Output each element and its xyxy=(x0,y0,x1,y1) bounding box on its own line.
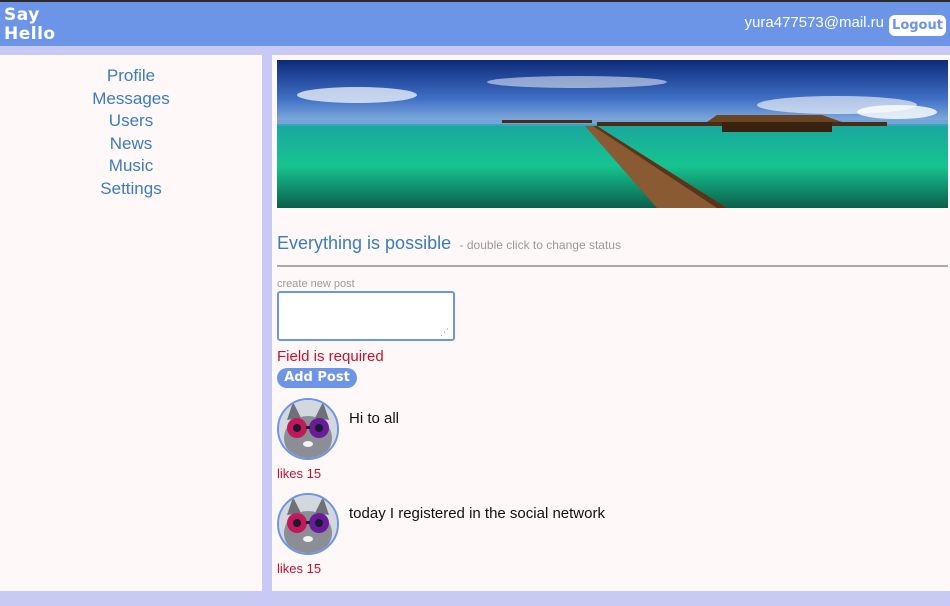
sidebar-item-users[interactable]: Users xyxy=(0,110,262,133)
status-row: Everything is possible - double click to… xyxy=(277,233,948,267)
top-header: Say Hello yura477573@mail.ru Logout xyxy=(0,0,950,46)
profile-status[interactable]: Everything is possible xyxy=(277,233,451,253)
profile-content: Everything is possible - double click to… xyxy=(272,55,950,591)
sidebar-item-profile[interactable]: Profile xyxy=(0,65,262,88)
sidebar-item-news[interactable]: News xyxy=(0,133,262,156)
avatar xyxy=(277,398,339,460)
status-hint: - double click to change status xyxy=(459,238,621,252)
sidebar-item-settings[interactable]: Settings xyxy=(0,178,262,201)
sidebar: Profile Messages Users News Music Settin… xyxy=(0,55,262,591)
avatar xyxy=(277,493,339,555)
post-likes[interactable]: likes 15 xyxy=(277,466,321,481)
app-logo: Say Hello xyxy=(4,5,56,44)
profile-banner-image xyxy=(277,60,948,208)
post-text: today I registered in the social network xyxy=(349,505,605,522)
resize-grip-icon[interactable]: ⋰ xyxy=(440,327,450,337)
post-text: Hi to all xyxy=(349,410,400,427)
new-post-textarea[interactable] xyxy=(277,291,455,341)
validation-error: Field is required xyxy=(277,348,384,365)
sidebar-nav: Profile Messages Users News Music Settin… xyxy=(0,55,262,201)
logout-button[interactable]: Logout xyxy=(889,15,946,36)
post-likes[interactable]: likes 15 xyxy=(277,561,321,576)
user-email: yura477573@mail.ru xyxy=(744,14,884,31)
post-item: Hi to all likes 15 xyxy=(277,398,917,481)
add-post-button[interactable]: Add Post xyxy=(277,368,357,388)
sidebar-item-messages[interactable]: Messages xyxy=(0,88,262,111)
new-post-label: create new post xyxy=(277,278,355,290)
sidebar-item-music[interactable]: Music xyxy=(0,155,262,178)
post-item: today I registered in the social network… xyxy=(277,493,917,576)
